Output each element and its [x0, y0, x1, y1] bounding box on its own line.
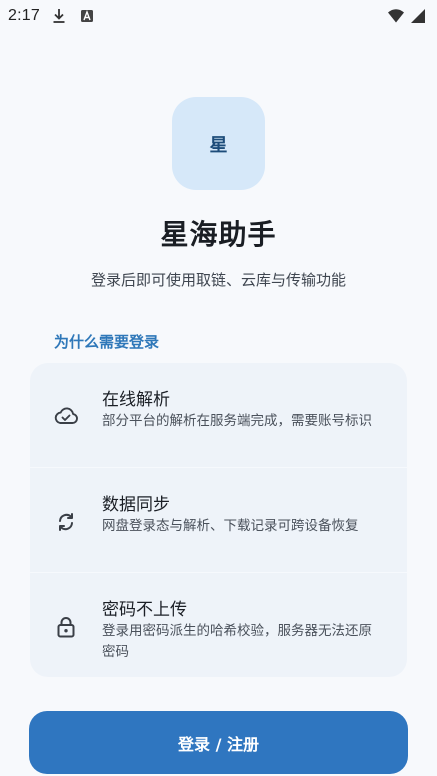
feature-description: 部分平台的解析在服务端完成，需要账号标识 [102, 413, 372, 429]
feature-card: 在线解析 部分平台的解析在服务端完成，需要账号标识 数据同步 网盘登录态与解析、… [30, 363, 407, 677]
feature-title: 密码不上传 [102, 600, 187, 620]
status-bar: 2:17 [0, 0, 437, 32]
status-time: 2:17 [8, 7, 40, 24]
login-register-button[interactable]: 登录 / 注册 [29, 711, 408, 774]
cloud-check-icon [52, 402, 80, 430]
lock-icon [52, 613, 80, 641]
feature-title: 在线解析 [102, 390, 170, 410]
app-logo-text: 星 [209, 134, 228, 156]
keyboard-a-icon [78, 7, 96, 25]
feature-description: 网盘登录态与解析、下载记录可跨设备恢复 [102, 518, 359, 534]
download-icon [50, 7, 68, 25]
feature-description: 登录用密码派生的哈希校验，服务器无法还原密码 [102, 623, 372, 660]
feature-item-online-parse: 在线解析 部分平台的解析在服务端完成，需要账号标识 [30, 363, 407, 467]
app-title: 星海助手 [160, 218, 277, 251]
status-left: 2:17 [8, 7, 96, 25]
feature-title: 数据同步 [102, 495, 170, 515]
status-right [387, 7, 427, 25]
feature-item-password-not-uploaded: 密码不上传 登录用密码派生的哈希校验，服务器无法还原密码 [30, 572, 407, 677]
wifi-icon [387, 7, 405, 25]
cellular-signal-icon [409, 7, 427, 25]
section-title: 为什么需要登录 [54, 333, 160, 351]
sync-icon [52, 508, 80, 536]
app-logo: 星 [172, 97, 265, 190]
app-subtitle: 登录后即可使用取链、云库与传输功能 [90, 271, 346, 289]
feature-item-data-sync: 数据同步 网盘登录态与解析、下载记录可跨设备恢复 [30, 467, 407, 572]
